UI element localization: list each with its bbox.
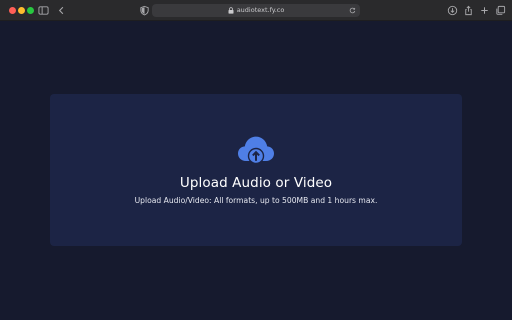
browser-toolbar: audiotext.fy.co	[0, 0, 512, 21]
upload-subtitle: Upload Audio/Video: All formats, up to 5…	[134, 196, 378, 205]
back-icon[interactable]	[56, 5, 67, 16]
share-icon[interactable]	[463, 5, 474, 16]
upload-title: Upload Audio or Video	[179, 175, 333, 191]
shield-icon[interactable]	[139, 5, 150, 16]
upload-dropzone[interactable]	[50, 94, 462, 246]
tab-overview-icon[interactable]	[495, 5, 506, 16]
download-icon[interactable]	[447, 5, 458, 16]
maximize-window-button[interactable]	[27, 7, 34, 14]
reload-icon[interactable]	[349, 7, 356, 14]
close-window-button[interactable]	[9, 7, 16, 14]
url-text: audiotext.fy.co	[236, 6, 285, 14]
cloud-upload-icon[interactable]	[237, 134, 275, 168]
lock-icon	[228, 7, 234, 14]
address-bar[interactable]: audiotext.fy.co	[152, 4, 360, 17]
minimize-window-button[interactable]	[18, 7, 25, 14]
sidebar-icon[interactable]	[38, 5, 49, 16]
new-tab-icon[interactable]	[479, 5, 490, 16]
